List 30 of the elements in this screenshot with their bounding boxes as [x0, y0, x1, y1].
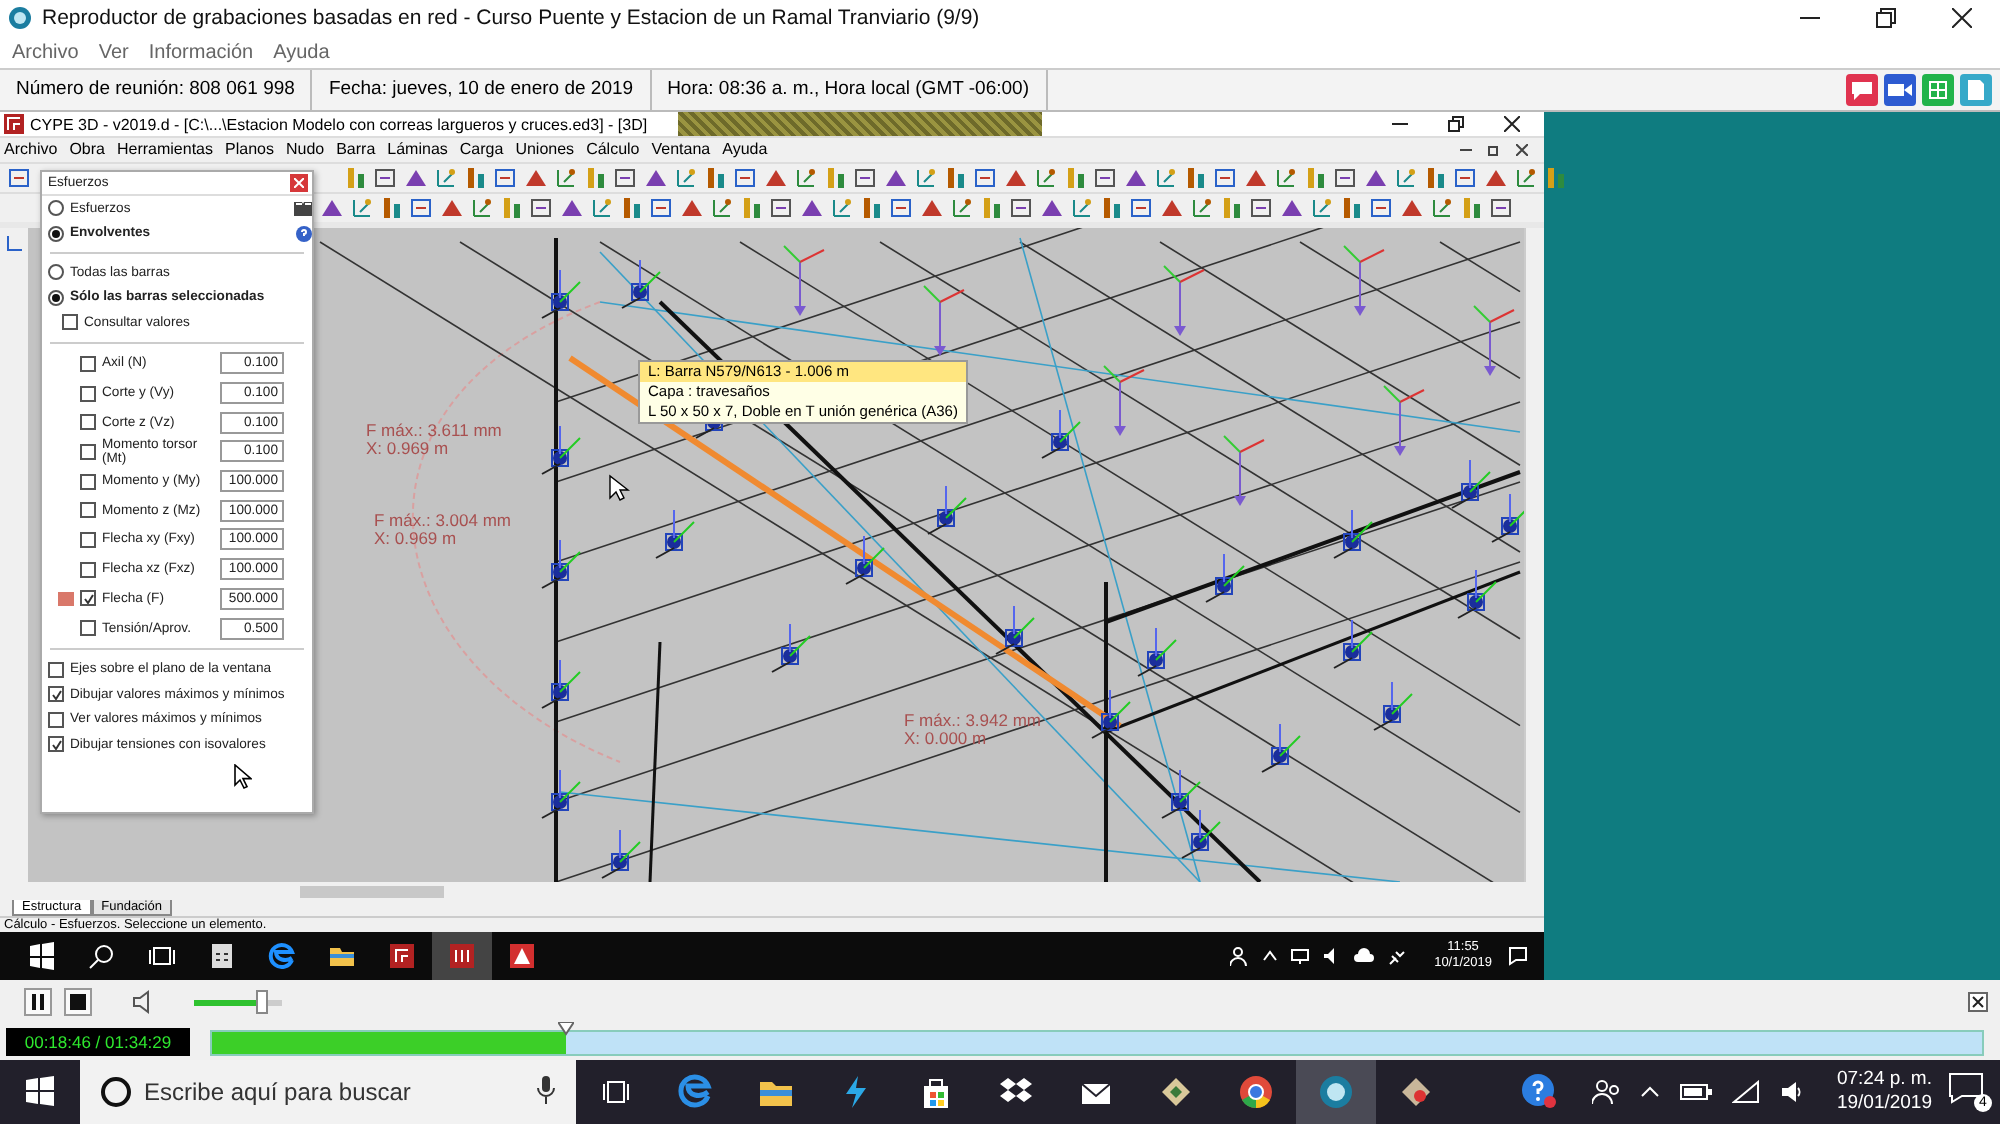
- deflection-label: F máx.: 3.942 mm: [904, 710, 1041, 731]
- menu-item[interactable]: Información: [148, 41, 254, 63]
- menu-item[interactable]: Carga: [459, 140, 504, 159]
- menu-item[interactable]: Nudo: [285, 140, 325, 159]
- menu-item[interactable]: Cálculo: [586, 140, 640, 159]
- menu-item[interactable]: Archivo: [12, 41, 79, 63]
- menu-item[interactable]: Ayuda: [722, 140, 768, 159]
- window-title: Reproductor de grabaciones basadas en red - Curso Puente y Estacion de un Ramal Tranviario (9/9): [42, 6, 982, 30]
- clock-date: 19/01/2019: [1836, 1092, 1932, 1116]
- time-display: 00:18:46 / 01:34:29: [6, 1028, 190, 1056]
- deflection-label: F máx.: 3.004 mm: [374, 510, 511, 531]
- menu-item[interactable]: Ventana: [651, 140, 711, 159]
- menu-item[interactable]: Láminas: [387, 140, 448, 159]
- menu-item[interactable]: Planos: [225, 140, 274, 159]
- menu-item[interactable]: Archivo: [4, 140, 58, 159]
- menu-item[interactable]: Uniones: [515, 140, 575, 159]
- menu-item[interactable]: Obra: [69, 140, 105, 159]
- window-title: CYPE 3D - v2019.d - [C:\...\Estacion Modelo con correas largueros y cruces.ed3] - [3D]: [30, 115, 648, 133]
- deflection-label: F máx.: 3.611 mm: [366, 420, 502, 441]
- info-field: Hora: 08:36 a. m., Hora local (GMT -06:00): [651, 70, 1047, 110]
- info-field: Fecha: jueves, 10 de enero de 2019: [312, 70, 652, 110]
- clock-time: 07:24 p. m.: [1836, 1068, 1932, 1092]
- menu-item[interactable]: Herramientas: [116, 140, 213, 159]
- deflection-label: X: 0.969 m: [366, 438, 449, 459]
- menu-item[interactable]: Ayuda: [273, 41, 330, 63]
- search-field[interactable]: Escribe aquí para buscar: [80, 1060, 576, 1124]
- deflection-label: X: 0.969 m: [374, 528, 457, 549]
- menu-item[interactable]: Ver: [98, 41, 129, 63]
- info-field: Número de reunión: 808 061 998: [0, 70, 313, 110]
- menu-item[interactable]: Barra: [336, 140, 376, 159]
